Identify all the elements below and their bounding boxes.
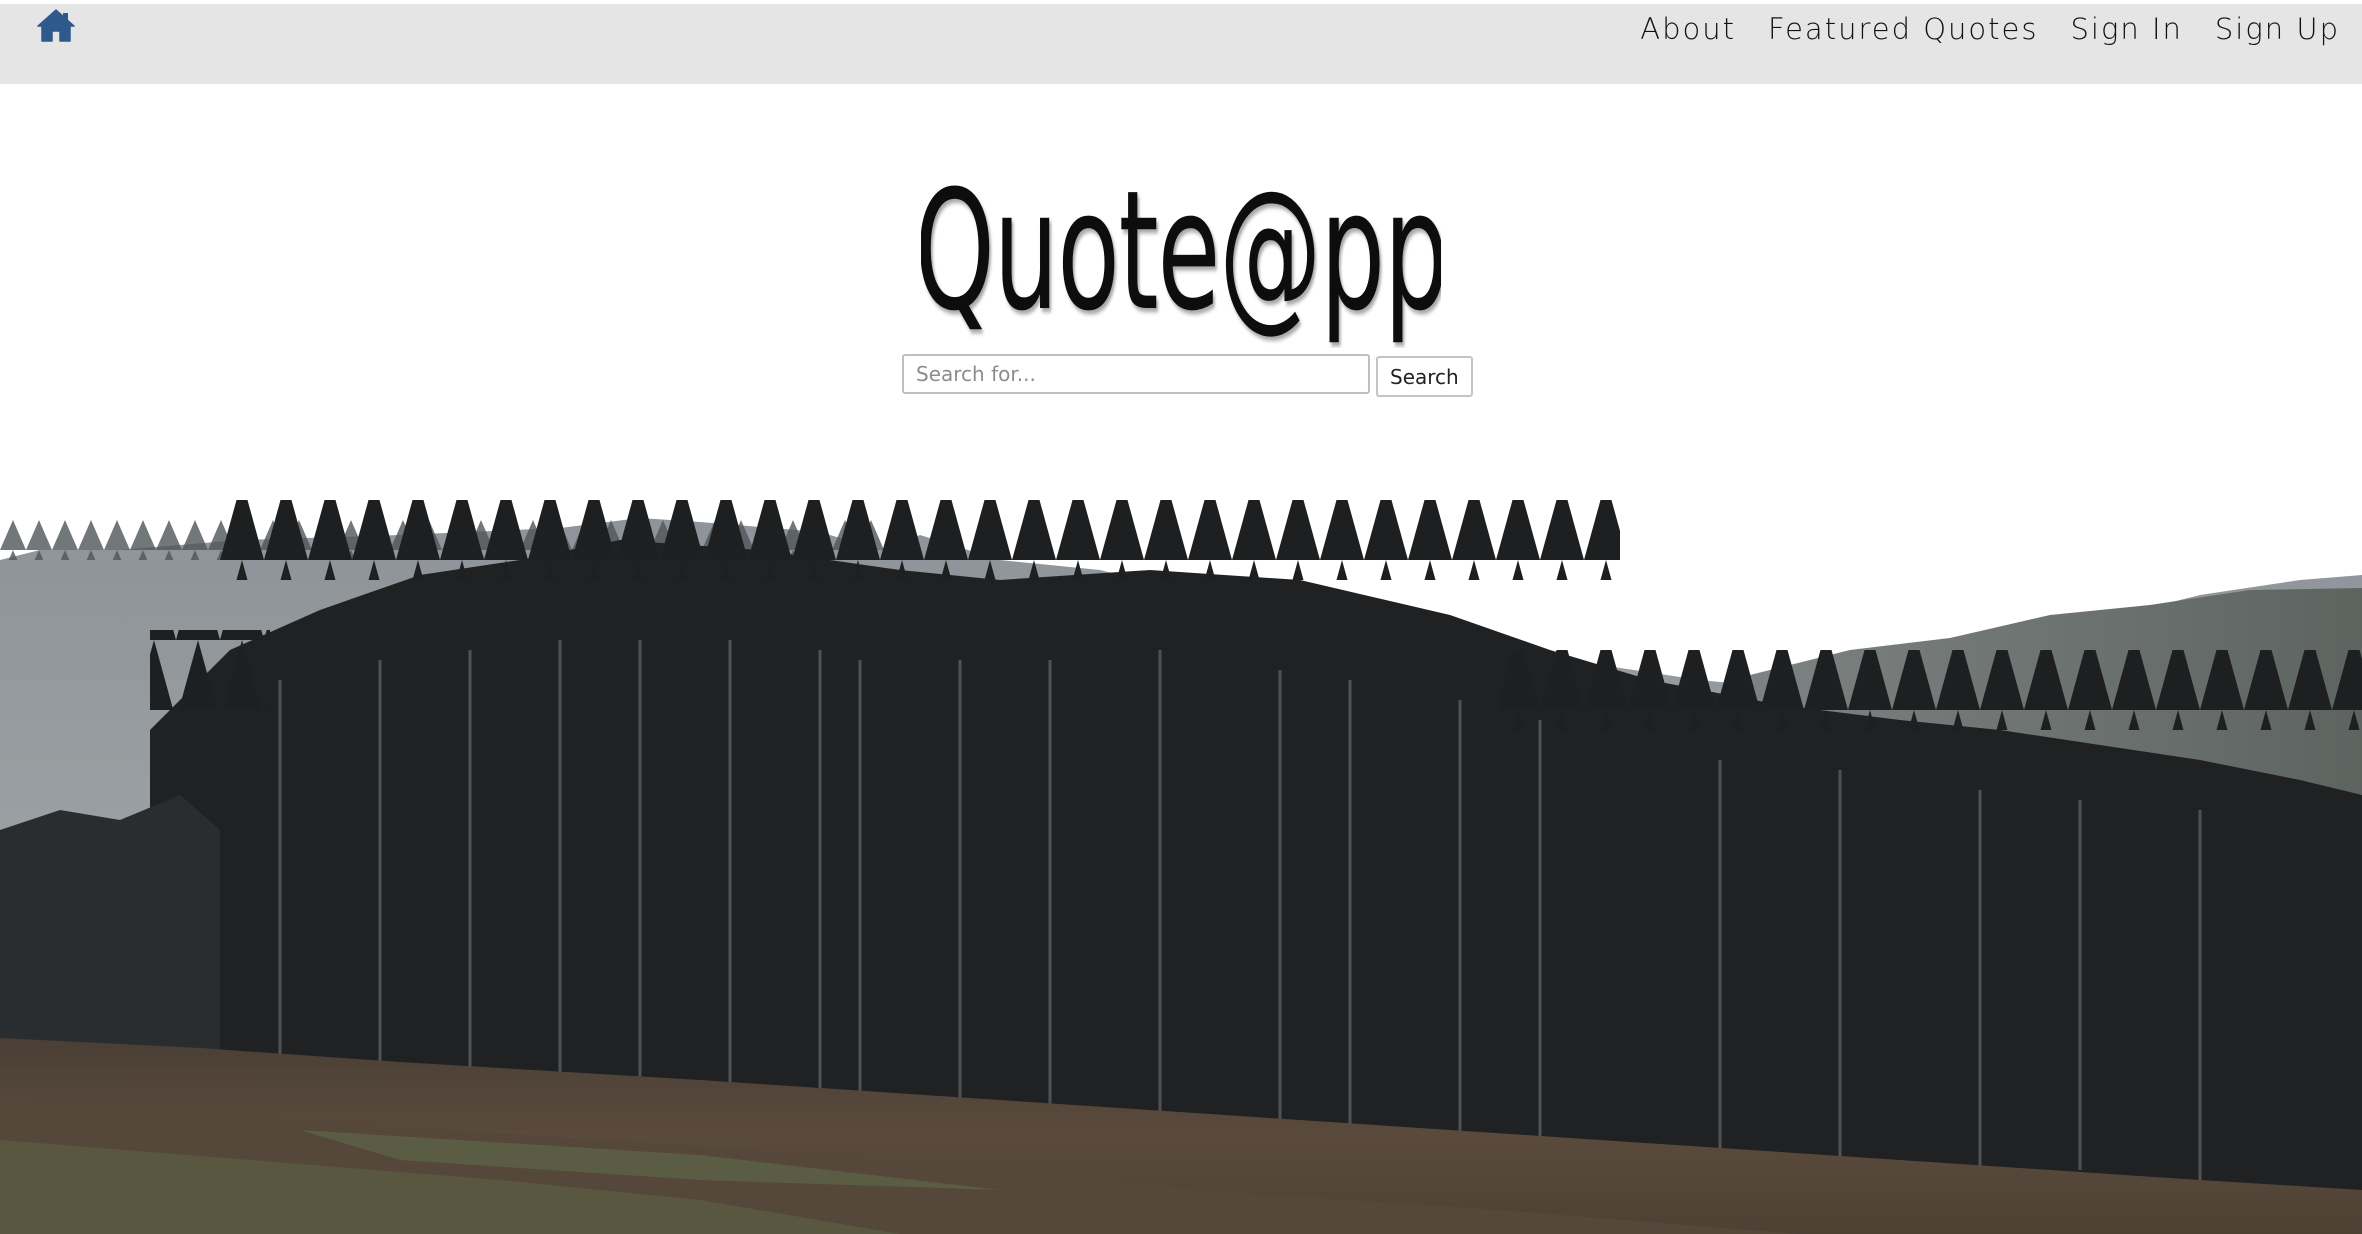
- logo-wordmark: Quote@pp: [921, 157, 1441, 348]
- nav-link-about[interactable]: About: [1640, 12, 1736, 46]
- site-logo: Quote@pp: [0, 118, 2362, 348]
- home-link[interactable]: [36, 6, 76, 44]
- search-form: Search: [902, 354, 1473, 398]
- navbar: About Featured Quotes Sign In Sign Up: [0, 4, 2362, 84]
- logo-text: Quote@pp: [921, 157, 1441, 348]
- forest-landscape-image: [0, 500, 2362, 1234]
- hero-image: [0, 400, 2362, 1234]
- nav-link-sign-up[interactable]: Sign Up: [2215, 12, 2340, 46]
- search-button[interactable]: Search: [1376, 356, 1473, 397]
- nav-links: About Featured Quotes Sign In Sign Up: [1640, 6, 2340, 52]
- home-icon: [37, 9, 75, 42]
- search-input[interactable]: [902, 354, 1370, 394]
- nav-link-sign-in[interactable]: Sign In: [2070, 12, 2182, 46]
- page: About Featured Quotes Sign In Sign Up Qu…: [0, 0, 2362, 1234]
- nav-link-featured-quotes[interactable]: Featured Quotes: [1768, 12, 2038, 46]
